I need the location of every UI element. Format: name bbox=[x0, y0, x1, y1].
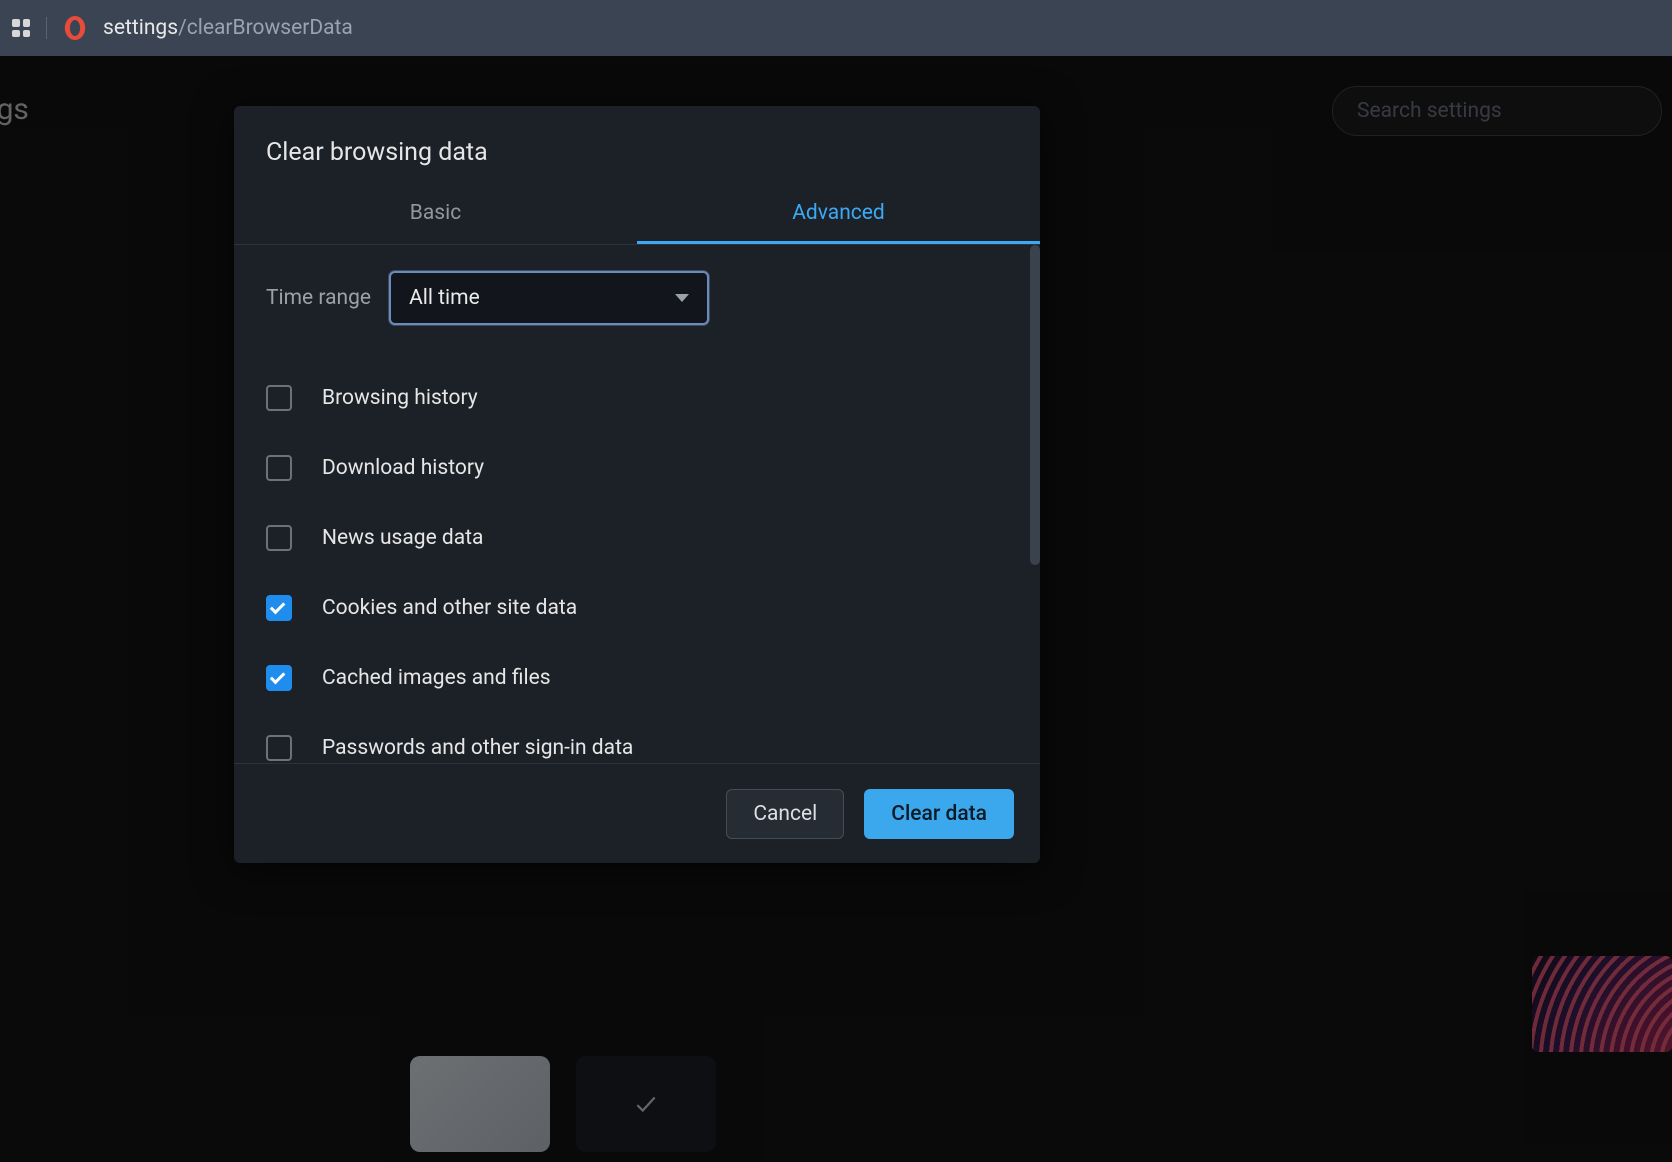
url-display[interactable]: settings /clearBrowserData bbox=[103, 16, 353, 40]
dialog-tabs: Basic Advanced bbox=[234, 187, 1040, 245]
option-row[interactable]: Cached images and files bbox=[266, 643, 1008, 713]
cancel-button[interactable]: Cancel bbox=[726, 789, 844, 839]
check-icon bbox=[270, 669, 286, 685]
tab-advanced[interactable]: Advanced bbox=[637, 187, 1040, 244]
check-icon bbox=[270, 599, 286, 615]
option-label: Browsing history bbox=[322, 386, 478, 410]
checkbox[interactable] bbox=[266, 525, 292, 551]
time-range-value: All time bbox=[409, 286, 480, 310]
checkbox[interactable] bbox=[266, 455, 292, 481]
workspaces-icon[interactable] bbox=[12, 19, 30, 37]
option-label: Passwords and other sign-in data bbox=[322, 736, 633, 760]
dialog-body: Time range All time Browsing history Down… bbox=[234, 245, 1040, 763]
clear-data-button[interactable]: Clear data bbox=[864, 789, 1014, 839]
option-row[interactable]: News usage data bbox=[266, 503, 1008, 573]
option-label: News usage data bbox=[322, 526, 483, 550]
option-label: Download history bbox=[322, 456, 484, 480]
clear-browsing-data-dialog: Clear browsing data Basic Advanced Time … bbox=[234, 106, 1040, 863]
checkbox[interactable] bbox=[266, 595, 292, 621]
dialog-title: Clear browsing data bbox=[234, 106, 1040, 187]
divider bbox=[46, 17, 47, 39]
address-bar: settings /clearBrowserData bbox=[0, 0, 1672, 56]
options-list: Browsing history Download history News usa… bbox=[266, 363, 1008, 763]
tab-basic[interactable]: Basic bbox=[234, 187, 637, 244]
time-range-label: Time range bbox=[266, 286, 371, 310]
option-row[interactable]: Passwords and other sign-in data bbox=[266, 713, 1008, 763]
time-range-row: Time range All time bbox=[266, 271, 1008, 325]
url-path: /clearBrowserData bbox=[178, 16, 353, 40]
option-row[interactable]: Browsing history bbox=[266, 363, 1008, 433]
url-origin: settings bbox=[103, 16, 178, 40]
time-range-select[interactable]: All time bbox=[389, 271, 709, 325]
option-label: Cookies and other site data bbox=[322, 596, 577, 620]
checkbox[interactable] bbox=[266, 665, 292, 691]
checkbox[interactable] bbox=[266, 385, 292, 411]
scrollbar[interactable] bbox=[1030, 245, 1040, 565]
option-row[interactable]: Cookies and other site data bbox=[266, 573, 1008, 643]
checkbox[interactable] bbox=[266, 735, 292, 761]
dialog-footer: Cancel Clear data bbox=[234, 763, 1040, 863]
settings-page: ngs Clear browsing data Basic Advanced T… bbox=[0, 56, 1672, 1162]
chevron-down-icon bbox=[675, 294, 689, 302]
opera-logo-icon bbox=[65, 16, 85, 40]
option-label: Cached images and files bbox=[322, 666, 551, 690]
option-row[interactable]: Download history bbox=[266, 433, 1008, 503]
